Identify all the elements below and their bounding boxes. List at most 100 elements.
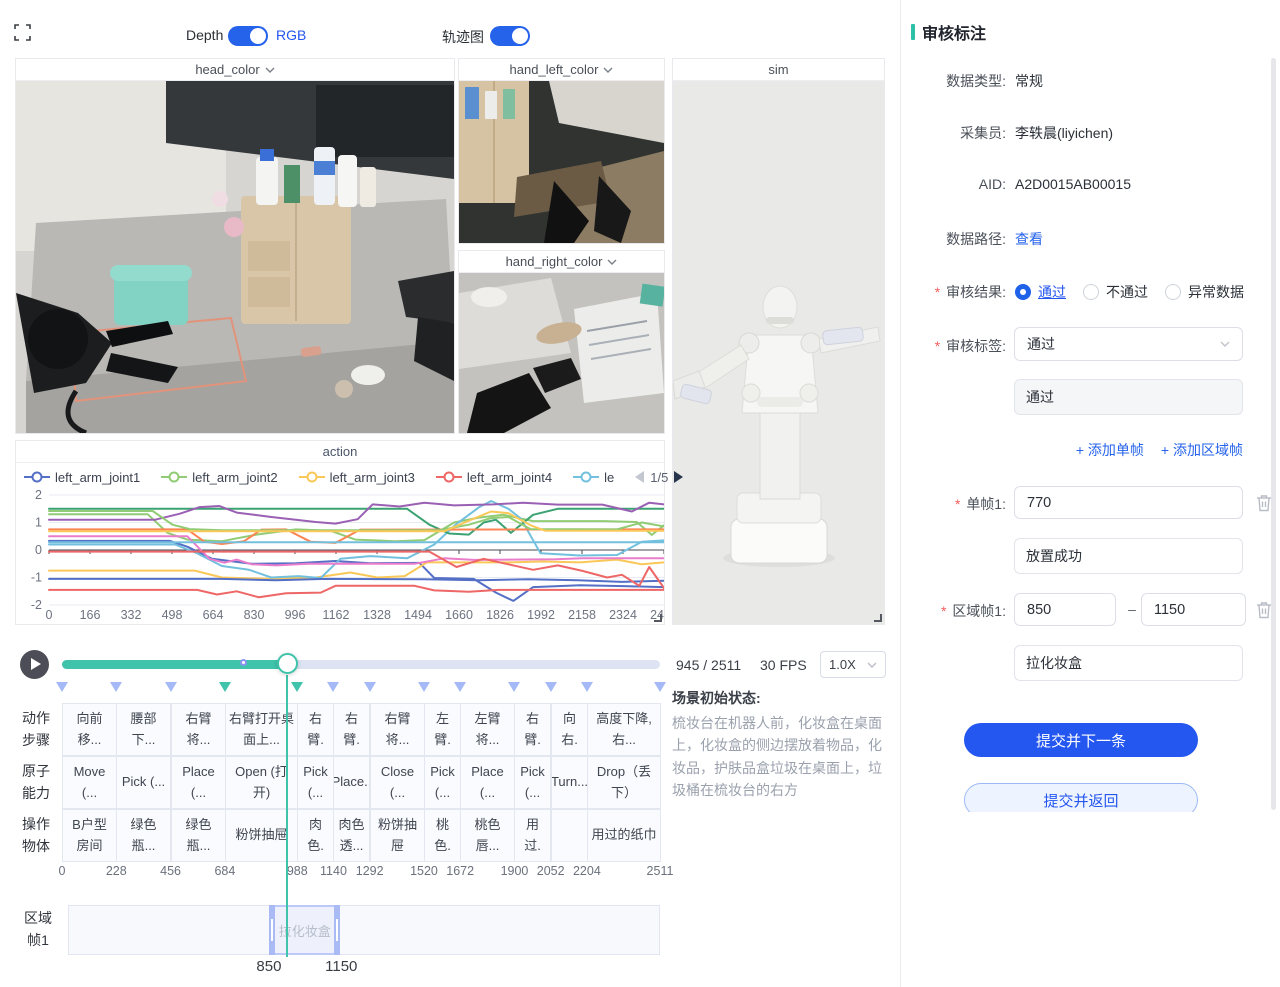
hand-right-camera-header[interactable]: hand_right_color xyxy=(459,251,664,273)
table-cell[interactable]: Turn... xyxy=(551,756,588,809)
table-cell[interactable]: 粉饼抽屉 xyxy=(370,809,425,862)
review-tag-select[interactable]: 通过 xyxy=(1014,327,1243,361)
table-cell[interactable]: 肉色. xyxy=(297,809,334,862)
table-cell[interactable]: 桃色唇... xyxy=(460,809,515,862)
hand-left-camera-image xyxy=(459,81,664,243)
timeline-marker[interactable] xyxy=(545,682,557,692)
region-frame-note[interactable]: 拉化妆盒 xyxy=(1014,645,1243,681)
radio-fail[interactable] xyxy=(1083,284,1099,300)
radio-pass[interactable] xyxy=(1015,284,1031,300)
timeline-marker[interactable] xyxy=(327,682,339,692)
timeline-marker[interactable] xyxy=(56,682,68,692)
table-cell[interactable] xyxy=(551,809,588,862)
delete-single-frame-icon[interactable] xyxy=(1256,494,1272,512)
legend-item-left_arm_joint3[interactable]: left_arm_joint3 xyxy=(299,470,415,485)
timeline-marker[interactable] xyxy=(364,682,376,692)
radio-abnormal-label[interactable]: 异常数据 xyxy=(1188,282,1244,302)
resize-handle-icon[interactable] xyxy=(874,614,882,622)
timeline-slider[interactable] xyxy=(62,660,660,669)
table-cell[interactable]: 右臂将... xyxy=(370,703,425,756)
panel-scrollbar[interactable] xyxy=(1271,58,1276,810)
table-cell[interactable]: Place (... xyxy=(460,756,515,809)
table-cell[interactable]: 右臂. xyxy=(514,703,551,756)
table-cell[interactable]: Place.. xyxy=(333,756,370,809)
legend-items: left_arm_joint1 left_arm_joint2 left_arm_j… xyxy=(24,470,635,485)
head-camera-header[interactable]: head_color xyxy=(16,59,454,81)
add-region-frame-link[interactable]: + 添加区域帧 xyxy=(1161,440,1243,460)
table-cell[interactable]: Pick (... xyxy=(297,756,334,809)
scene-description: 场景初始状态: 梳妆台在机器人前，化妆盒在桌面上，化妆盒的侧边摆放着物品，化妆品… xyxy=(672,688,894,802)
table-cell[interactable]: 左臂. xyxy=(424,703,461,756)
timeline-marker[interactable] xyxy=(165,682,177,692)
table-cell[interactable]: 左臂将... xyxy=(460,703,515,756)
table-cell[interactable]: 桃色. xyxy=(424,809,461,862)
timeline-marker[interactable] xyxy=(110,682,122,692)
region-start-input[interactable] xyxy=(1014,593,1116,626)
legend-next-icon[interactable] xyxy=(674,471,683,483)
table-cell[interactable]: 用过. xyxy=(514,809,551,862)
radio-fail-label[interactable]: 不通过 xyxy=(1106,282,1148,302)
legend-item-left_arm_joint2[interactable]: left_arm_joint2 xyxy=(161,470,277,485)
region-track-bar[interactable]: 拉化妆盒 xyxy=(68,905,660,955)
resize-handle-icon[interactable] xyxy=(654,614,662,622)
timeline-marker[interactable] xyxy=(654,682,666,692)
table-cell[interactable]: Close (... xyxy=(370,756,425,809)
legend-item-le[interactable]: le xyxy=(573,470,614,485)
slider-handle[interactable] xyxy=(277,653,298,674)
collector-value: 李轶晨(liyichen) xyxy=(1015,123,1113,143)
table-cell[interactable]: 右臂. xyxy=(297,703,334,756)
svg-text:664: 664 xyxy=(203,608,224,622)
table-cell[interactable]: B户型房间 xyxy=(62,809,117,862)
legend-item-left_arm_joint1[interactable]: left_arm_joint1 xyxy=(24,470,140,485)
legend-item-left_arm_joint4[interactable]: left_arm_joint4 xyxy=(436,470,552,485)
radio-abnormal[interactable] xyxy=(1165,284,1181,300)
hand-right-camera-title: hand_right_color xyxy=(506,254,603,269)
legend-prev-icon[interactable] xyxy=(635,471,644,483)
table-cell[interactable]: 高度下降, 右... xyxy=(587,703,661,756)
timeline-marker[interactable] xyxy=(581,682,593,692)
review-tag-note[interactable]: 通过 xyxy=(1014,379,1243,415)
single-frame-note[interactable]: 放置成功 xyxy=(1014,538,1243,574)
review-result-row: * 审核结果: 通过 不通过 异常数据 xyxy=(901,282,1271,302)
table-cell[interactable]: 向前移... xyxy=(62,703,117,756)
trajectory-label: 轨迹图 xyxy=(442,27,484,47)
timeline-marker[interactable] xyxy=(291,682,303,692)
fullscreen-icon[interactable] xyxy=(14,24,31,41)
region-segment[interactable]: 拉化妆盒 xyxy=(269,905,340,955)
add-single-frame-link[interactable]: + 添加单帧 xyxy=(1076,440,1144,460)
timeline-marker[interactable] xyxy=(454,682,466,692)
table-cell[interactable]: 绿色瓶... xyxy=(171,809,226,862)
depth-rgb-toggle[interactable] xyxy=(228,26,268,46)
table-cell[interactable]: Pick (... xyxy=(514,756,551,809)
table-cell[interactable]: 用过的纸巾 xyxy=(587,809,661,862)
segment-left-handle[interactable] xyxy=(269,905,275,955)
table-cell[interactable]: 绿色瓶... xyxy=(116,809,171,862)
table-cell[interactable]: Pick (... xyxy=(424,756,461,809)
radio-pass-label[interactable]: 通过 xyxy=(1038,282,1066,302)
timeline-marker[interactable] xyxy=(219,682,231,692)
table-cell[interactable]: Move (... xyxy=(62,756,117,809)
svg-text:0: 0 xyxy=(35,543,42,557)
timeline-marker[interactable] xyxy=(418,682,430,692)
segment-right-handle[interactable] xyxy=(334,905,340,955)
table-cell[interactable]: 向右. xyxy=(551,703,588,756)
timeline-marker[interactable] xyxy=(508,682,520,692)
submit-next-button[interactable]: 提交并下一条 xyxy=(964,723,1198,757)
table-cell[interactable]: Pick (... xyxy=(116,756,171,809)
play-button[interactable] xyxy=(20,650,49,679)
hand-left-camera-header[interactable]: hand_left_color xyxy=(459,59,664,81)
table-cell[interactable]: 肉色透... xyxy=(333,809,370,862)
delete-region-frame-icon[interactable] xyxy=(1256,601,1272,619)
head-camera-title: head_color xyxy=(195,62,259,77)
submit-return-button[interactable]: 提交并返回 xyxy=(964,783,1198,812)
view-data-path-link[interactable]: 查看 xyxy=(1015,229,1043,249)
table-cell[interactable]: Drop（丢下） xyxy=(587,756,661,809)
table-cell[interactable]: 腰部下... xyxy=(116,703,171,756)
table-cell[interactable]: 右臂将... xyxy=(171,703,226,756)
table-cell[interactable]: 右臂. xyxy=(333,703,370,756)
single-frame-input[interactable] xyxy=(1014,486,1243,519)
speed-select[interactable]: 1.0X xyxy=(820,651,886,678)
table-cell[interactable]: Place (... xyxy=(171,756,226,809)
region-end-input[interactable] xyxy=(1141,593,1246,626)
trajectory-toggle[interactable] xyxy=(490,26,530,46)
